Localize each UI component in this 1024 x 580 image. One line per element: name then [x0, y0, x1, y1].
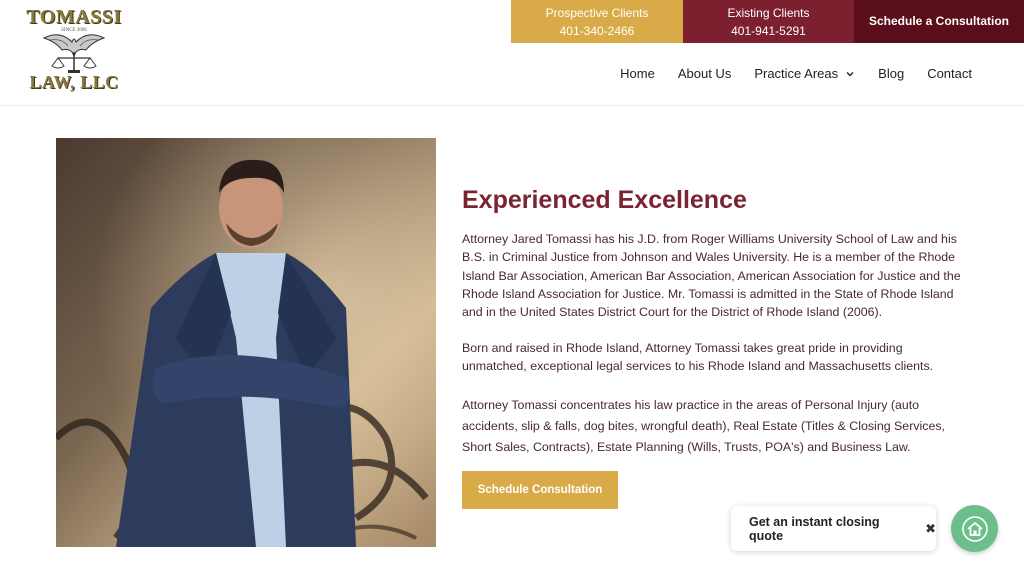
nav-about[interactable]: About Us [678, 66, 731, 81]
bio-paragraph-2: Born and raised in Rhode Island, Attorne… [462, 341, 934, 374]
bio-paragraph-3: Attorney Tomassi concentrates his law pr… [462, 398, 945, 454]
schedule-consultation-top-button[interactable]: Schedule a Consultation [854, 0, 1024, 43]
site-header: TOMASSI SINCE 2006 LAW, LLC Prospective … [0, 0, 1024, 106]
existing-phone[interactable]: 401-941-5291 [683, 24, 854, 38]
main-nav: Home About Us Practice Areas Blog Contac… [597, 66, 972, 81]
prospective-clients-button[interactable]: Prospective Clients 401-340-2466 [511, 0, 683, 43]
nav-contact[interactable]: Contact [927, 66, 972, 81]
nav-home[interactable]: Home [620, 66, 655, 81]
nav-practice-label: Practice Areas [754, 66, 839, 81]
prospective-phone[interactable]: 401-340-2466 [511, 24, 683, 38]
section-heading: Experienced Excellence [462, 186, 747, 214]
logo-top-text: TOMASSI [26, 6, 122, 28]
attorney-photo [56, 138, 436, 547]
schedule-consultation-button[interactable]: Schedule Consultation [462, 471, 618, 509]
existing-label: Existing Clients [727, 6, 810, 20]
logo-bottom-text: LAW, LLC [29, 72, 119, 92]
close-icon[interactable]: ✖ [925, 521, 936, 537]
eagle-scales-icon [42, 34, 106, 73]
instant-quote-popup[interactable]: Get an instant closing quote ✖ [731, 506, 936, 551]
bio-paragraph-1: Attorney Jared Tomassi has his J.D. from… [462, 232, 961, 320]
chevron-down-icon [846, 71, 854, 76]
nav-blog[interactable]: Blog [878, 66, 904, 81]
quote-label[interactable]: Get an instant closing quote [749, 515, 915, 543]
schedule-top-label: Schedule a Consultation [868, 14, 1009, 28]
nav-practice-areas[interactable]: Practice Areas [754, 66, 855, 81]
home-icon [961, 515, 988, 542]
home-widget-button[interactable] [951, 505, 998, 552]
prospective-label: Prospective Clients [545, 6, 649, 20]
logo[interactable]: TOMASSI SINCE 2006 LAW, LLC [26, 6, 122, 96]
attorney-portrait-image [56, 138, 436, 547]
existing-clients-button[interactable]: Existing Clients 401-941-5291 [683, 0, 854, 43]
